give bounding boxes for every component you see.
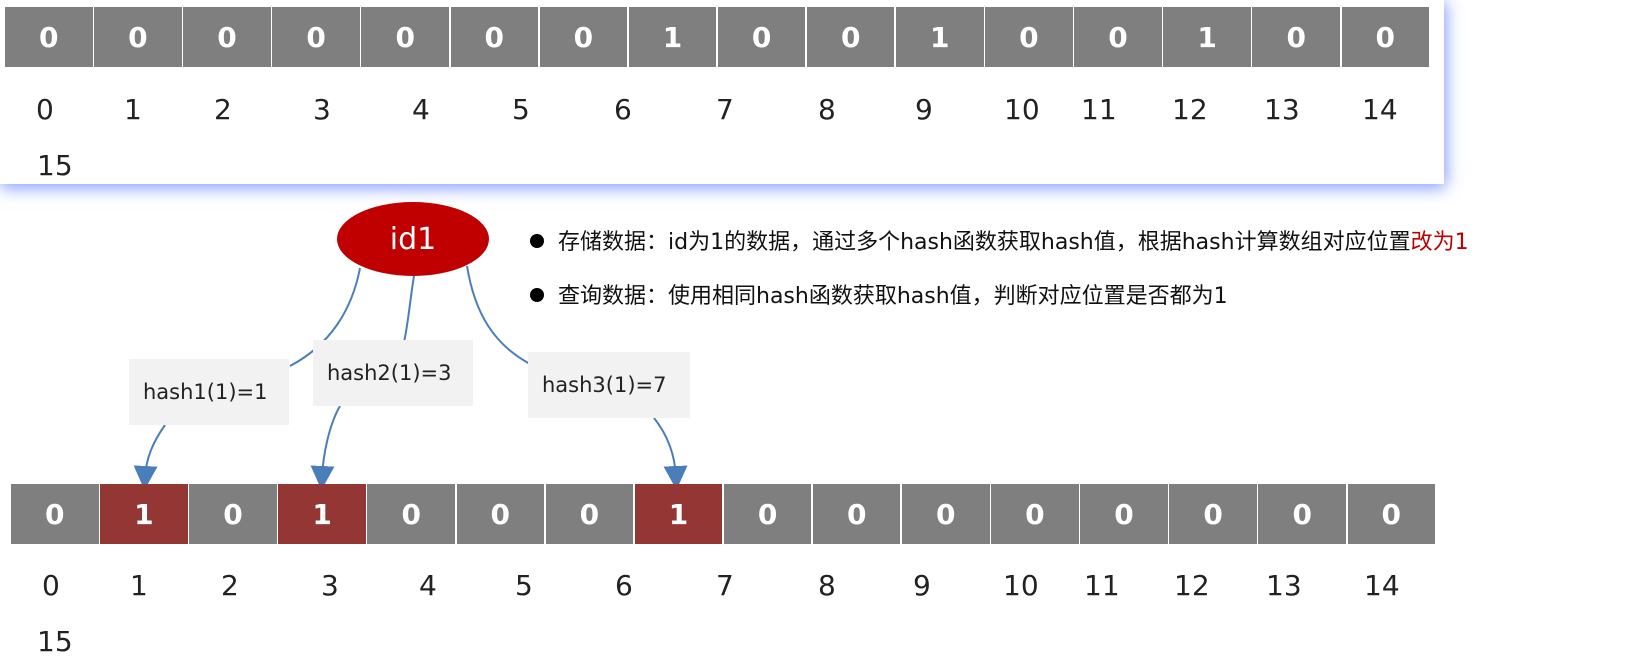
bottom-index-2: 2	[221, 569, 239, 602]
bottom-index-5: 5	[515, 569, 533, 602]
bottom-index-labels: 0 1 2 3 4 5 6 7 8 9 10 11 12 13 14 15	[0, 0, 1638, 662]
bottom-index-4: 4	[419, 569, 437, 602]
bottom-index-1: 1	[130, 569, 148, 602]
bottom-index-7: 7	[716, 569, 734, 602]
bottom-index-15: 15	[37, 625, 73, 658]
bottom-index-9: 9	[913, 569, 931, 602]
bottom-index-3: 3	[321, 569, 339, 602]
bottom-index-0: 0	[42, 569, 60, 602]
bottom-index-11: 11	[1084, 569, 1120, 602]
bottom-index-12: 12	[1174, 569, 1210, 602]
bottom-index-13: 13	[1266, 569, 1302, 602]
bottom-index-8: 8	[818, 569, 836, 602]
bottom-index-14: 14	[1364, 569, 1400, 602]
bottom-index-10: 10	[1003, 569, 1039, 602]
bottom-index-6: 6	[615, 569, 633, 602]
